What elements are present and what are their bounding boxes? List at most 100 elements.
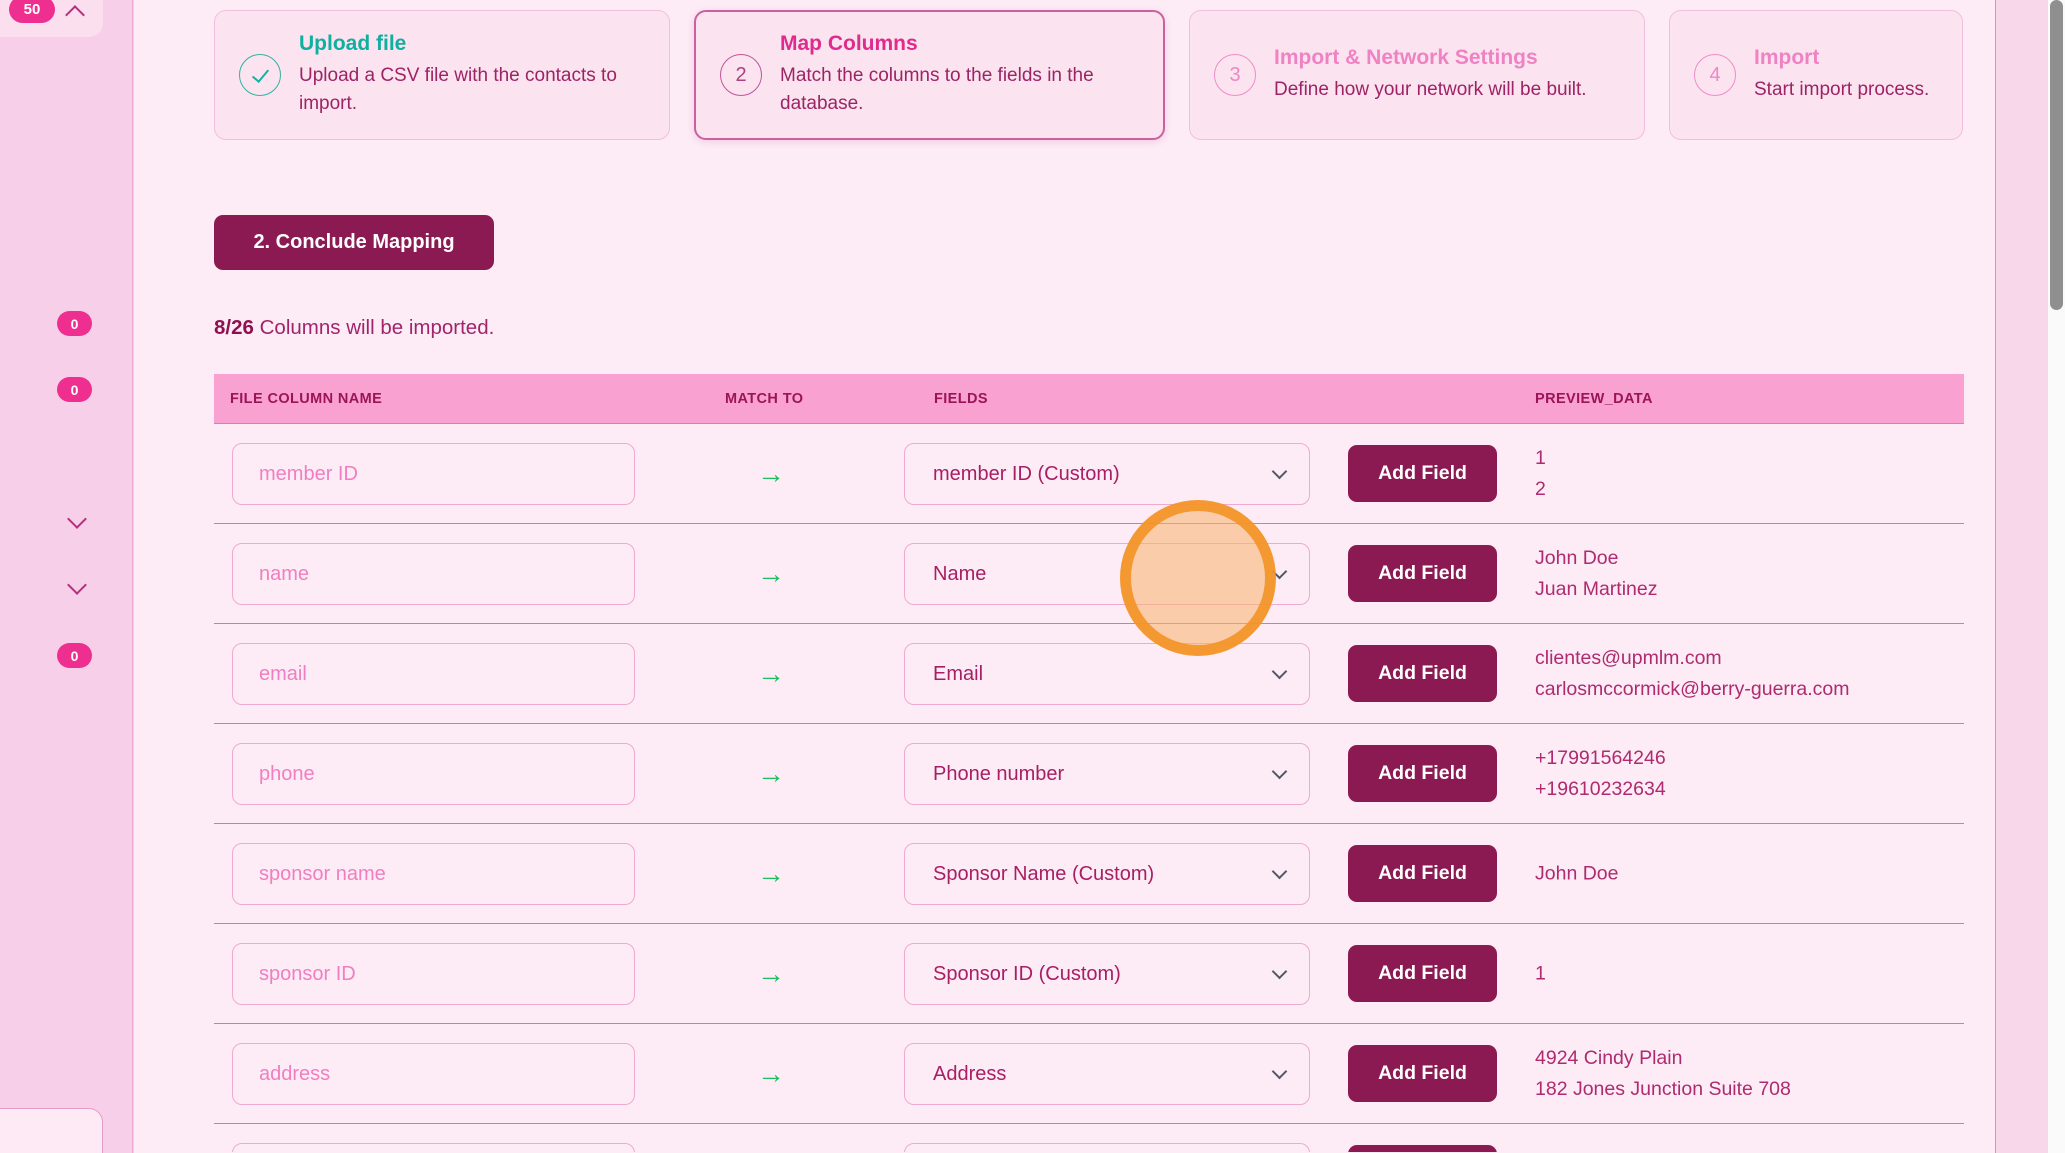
field-select-value: Address (933, 1063, 1006, 1086)
field-select[interactable]: Phone number (904, 743, 1310, 805)
file-column-input[interactable] (232, 743, 635, 805)
field-select[interactable]: member ID (Custom) (904, 443, 1310, 505)
table-row-partial: Add Field (214, 1124, 1964, 1152)
preview-line: +19610232634 (1535, 774, 1666, 805)
chevron-down-icon[interactable] (67, 575, 87, 595)
file-column-input[interactable] (232, 843, 635, 905)
preview-line: Juan Martinez (1535, 574, 1657, 605)
header-file-column-name: FILE COLUMN NAME (230, 374, 382, 424)
import-summary: 8/26 Columns will be imported. (214, 316, 494, 340)
field-select-value: Email (933, 663, 983, 686)
add-field-button[interactable]: Add Field (1348, 545, 1497, 602)
step-number-circle: 2 (720, 54, 762, 96)
file-column-input[interactable] (232, 443, 635, 505)
add-field-button[interactable]: Add Field (1348, 1145, 1497, 1152)
chevron-down-icon (1272, 464, 1288, 480)
chevron-down-icon (1272, 664, 1288, 680)
field-select[interactable]: Sponsor ID (Custom) (904, 943, 1310, 1005)
chevron-down-icon (1272, 1064, 1288, 1080)
file-column-input[interactable] (232, 643, 635, 705)
preview-line: carlosmccormick@berry-guerra.com (1535, 674, 1850, 705)
match-arrow-icon: → (741, 624, 801, 724)
add-field-button[interactable]: Add Field (1348, 645, 1497, 702)
field-select[interactable]: Sponsor Name (Custom) (904, 843, 1310, 905)
step-description: Start import process. (1754, 76, 1929, 105)
match-arrow-icon: → (741, 924, 801, 1024)
preview-data-cell: 4924 Cindy Plain 182 Jones Junction Suit… (1535, 1042, 1791, 1104)
file-column-input[interactable] (232, 1043, 635, 1105)
field-select-value: Phone number (933, 763, 1064, 786)
add-field-button[interactable]: Add Field (1348, 1045, 1497, 1102)
right-margin-strip (1995, 0, 2048, 1153)
add-field-button[interactable]: Add Field (1348, 845, 1497, 902)
file-column-input[interactable] (232, 943, 635, 1005)
table-row: → Email Add Field clientes@upmlm.com car… (214, 624, 1964, 724)
step-check-circle (239, 54, 281, 96)
step-title: Import (1754, 46, 1929, 70)
column-mapping-table: FILE COLUMN NAME MATCH TO FIELDS PREVIEW… (214, 374, 1964, 1152)
match-arrow-icon: → (741, 1024, 801, 1124)
preview-line: 1 (1535, 958, 1546, 989)
preview-data-cell: John Doe Juan Martinez (1535, 542, 1657, 604)
match-arrow-icon: → (741, 524, 801, 624)
counter-badge: 0 (57, 377, 92, 402)
sidebar-top-panel: 50 (0, 0, 103, 37)
header-match-to: MATCH TO (725, 374, 803, 424)
main-content: Upload file Upload a CSV file with the c… (134, 0, 1995, 1153)
header-fields: FIELDS (934, 374, 988, 424)
preview-line: John Doe (1535, 542, 1657, 573)
vertical-scrollbar[interactable] (2048, 0, 2065, 1153)
preview-data-cell: John Doe (1535, 858, 1618, 889)
import-stepper: Upload file Upload a CSV file with the c… (214, 10, 1964, 140)
chevron-down-icon (1272, 864, 1288, 880)
preview-line: +17991564246 (1535, 742, 1666, 773)
field-select-value: Sponsor Name (Custom) (933, 863, 1154, 886)
field-select[interactable]: Name (904, 543, 1310, 605)
step-number-circle: 4 (1694, 54, 1736, 96)
step-card-import-network-settings[interactable]: 3 Import & Network Settings Define how y… (1189, 10, 1645, 140)
preview-data-cell: 1 (1535, 958, 1546, 989)
conclude-mapping-button[interactable]: 2. Conclude Mapping (214, 215, 494, 270)
field-select-value: member ID (Custom) (933, 463, 1120, 486)
match-arrow-icon: → (741, 724, 801, 824)
sidebar-bottom-panel (0, 1108, 103, 1153)
add-field-button[interactable]: Add Field (1348, 445, 1497, 502)
field-select[interactable] (904, 1143, 1310, 1152)
preview-line: 2 (1535, 474, 1546, 505)
table-row: → Sponsor ID (Custom) Add Field 1 (214, 924, 1964, 1024)
field-select[interactable]: Address (904, 1043, 1310, 1105)
table-row: → Sponsor Name (Custom) Add Field John D… (214, 824, 1964, 924)
step-card-upload-file[interactable]: Upload file Upload a CSV file with the c… (214, 10, 670, 140)
import-count: 8/26 (214, 316, 254, 339)
table-header-row: FILE COLUMN NAME MATCH TO FIELDS PREVIEW… (214, 374, 1964, 424)
match-arrow-icon: → (741, 424, 801, 524)
step-card-import[interactable]: 4 Import Start import process. (1669, 10, 1963, 140)
table-row: → Name Add Field John Doe Juan Martinez (214, 524, 1964, 624)
step-title: Upload file (299, 32, 653, 56)
step-description: Match the columns to the fields in the d… (780, 62, 1147, 119)
chevron-down-icon[interactable] (67, 509, 87, 529)
table-row: → member ID (Custom) Add Field 1 2 (214, 424, 1964, 524)
step-card-map-columns[interactable]: 2 Map Columns Match the columns to the f… (694, 10, 1165, 140)
step-description: Upload a CSV file with the contacts to i… (299, 62, 653, 119)
add-field-button[interactable]: Add Field (1348, 945, 1497, 1002)
chevron-up-icon[interactable] (65, 5, 85, 25)
notification-count-badge: 50 (9, 0, 55, 23)
field-select[interactable]: Email (904, 643, 1310, 705)
match-arrow-icon: → (741, 824, 801, 924)
preview-line: 182 Jones Junction Suite 708 (1535, 1074, 1791, 1105)
step-title: Map Columns (780, 32, 1147, 56)
counter-badge: 0 (57, 311, 92, 336)
preview-data-cell: clientes@upmlm.com carlosmccormick@berry… (1535, 642, 1850, 704)
header-preview-data: PREVIEW_DATA (1535, 374, 1653, 424)
preview-data-cell: 1 2 (1535, 442, 1546, 504)
table-row: → Phone number Add Field +17991564246 +1… (214, 724, 1964, 824)
file-column-input[interactable] (232, 1143, 635, 1152)
step-title: Import & Network Settings (1274, 46, 1587, 70)
add-field-button[interactable]: Add Field (1348, 745, 1497, 802)
step-number-circle: 3 (1214, 54, 1256, 96)
scrollbar-thumb[interactable] (2050, 0, 2063, 310)
field-select-value: Sponsor ID (Custom) (933, 963, 1121, 986)
file-column-input[interactable] (232, 543, 635, 605)
preview-line: clientes@upmlm.com (1535, 642, 1850, 673)
